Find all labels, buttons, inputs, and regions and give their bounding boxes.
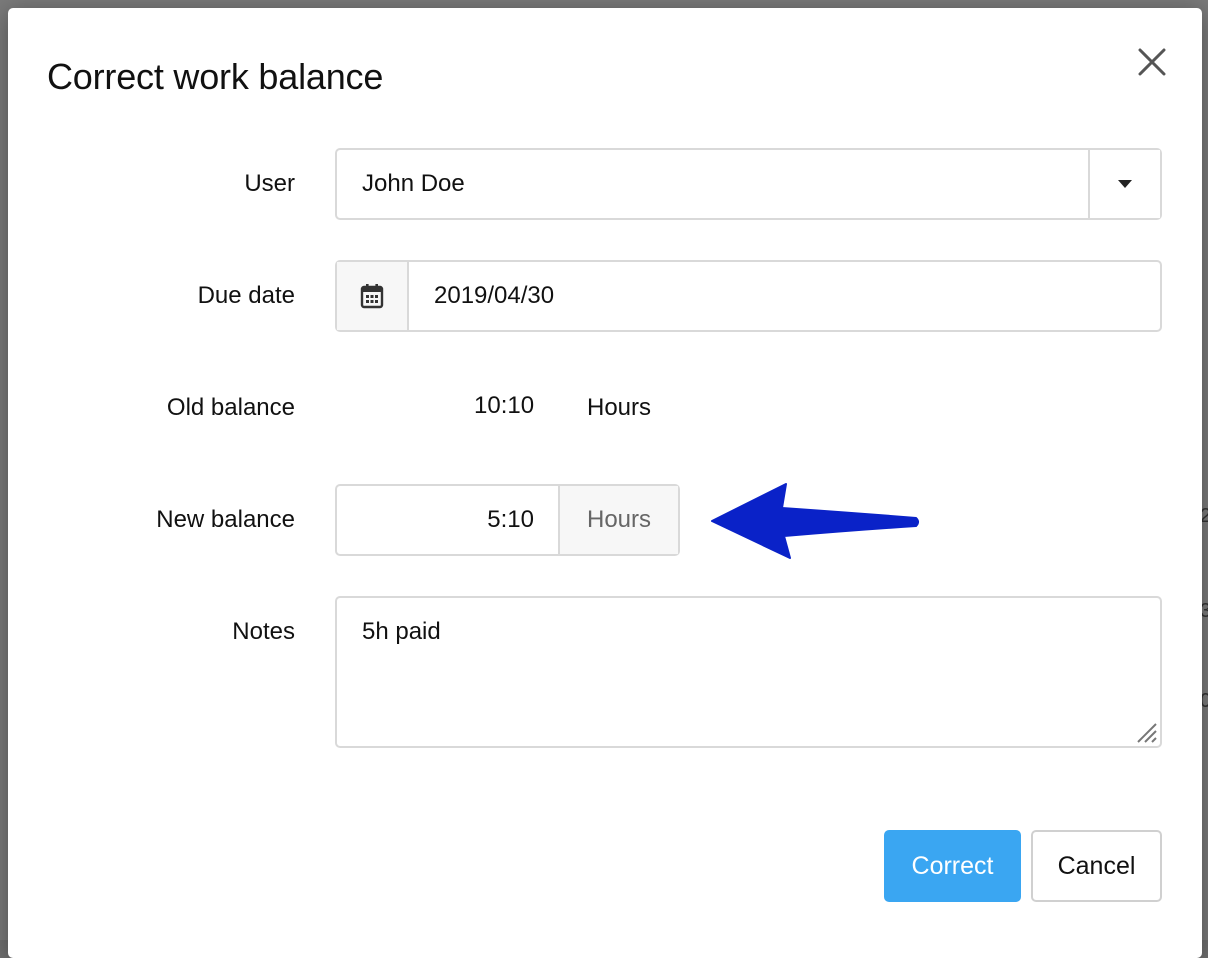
calendar-icon bbox=[360, 284, 384, 309]
notes-value: 5h paid bbox=[362, 618, 441, 645]
old-balance-value: 10:10 bbox=[474, 392, 535, 419]
cancel-button[interactable]: Cancel bbox=[1031, 830, 1162, 902]
user-label: User bbox=[244, 170, 295, 197]
close-icon bbox=[1138, 48, 1166, 76]
notes-label: Notes bbox=[232, 618, 295, 645]
due-date-label: Due date bbox=[197, 282, 295, 309]
user-select[interactable]: John Doe bbox=[335, 148, 1162, 220]
old-balance-label: Old balance bbox=[166, 394, 295, 421]
new-balance-unit: Hours bbox=[558, 486, 678, 554]
user-dropdown-toggle[interactable] bbox=[1088, 150, 1160, 218]
arrow-left-icon bbox=[711, 483, 919, 559]
old-balance-unit: Hours bbox=[587, 394, 652, 421]
resize-grip-icon[interactable] bbox=[1132, 718, 1158, 744]
correct-button[interactable]: Correct bbox=[884, 830, 1021, 902]
notes-textarea[interactable]: 5h paid bbox=[335, 596, 1162, 748]
due-date-input[interactable]: 2019/04/30 bbox=[409, 262, 1160, 330]
dialog-title: Correct work balance bbox=[47, 56, 384, 97]
calendar-button[interactable] bbox=[337, 262, 409, 330]
correct-work-balance-dialog: Correct work balance User John Doe Due d… bbox=[8, 8, 1202, 958]
new-balance-field: 5:10 Hours bbox=[335, 484, 680, 556]
caret-down-icon bbox=[1118, 180, 1132, 188]
close-button[interactable] bbox=[1132, 42, 1172, 82]
new-balance-input[interactable]: 5:10 bbox=[337, 486, 558, 554]
due-date-field[interactable]: 2019/04/30 bbox=[335, 260, 1162, 332]
new-balance-label: New balance bbox=[156, 506, 295, 533]
user-select-value: John Doe bbox=[362, 170, 465, 197]
